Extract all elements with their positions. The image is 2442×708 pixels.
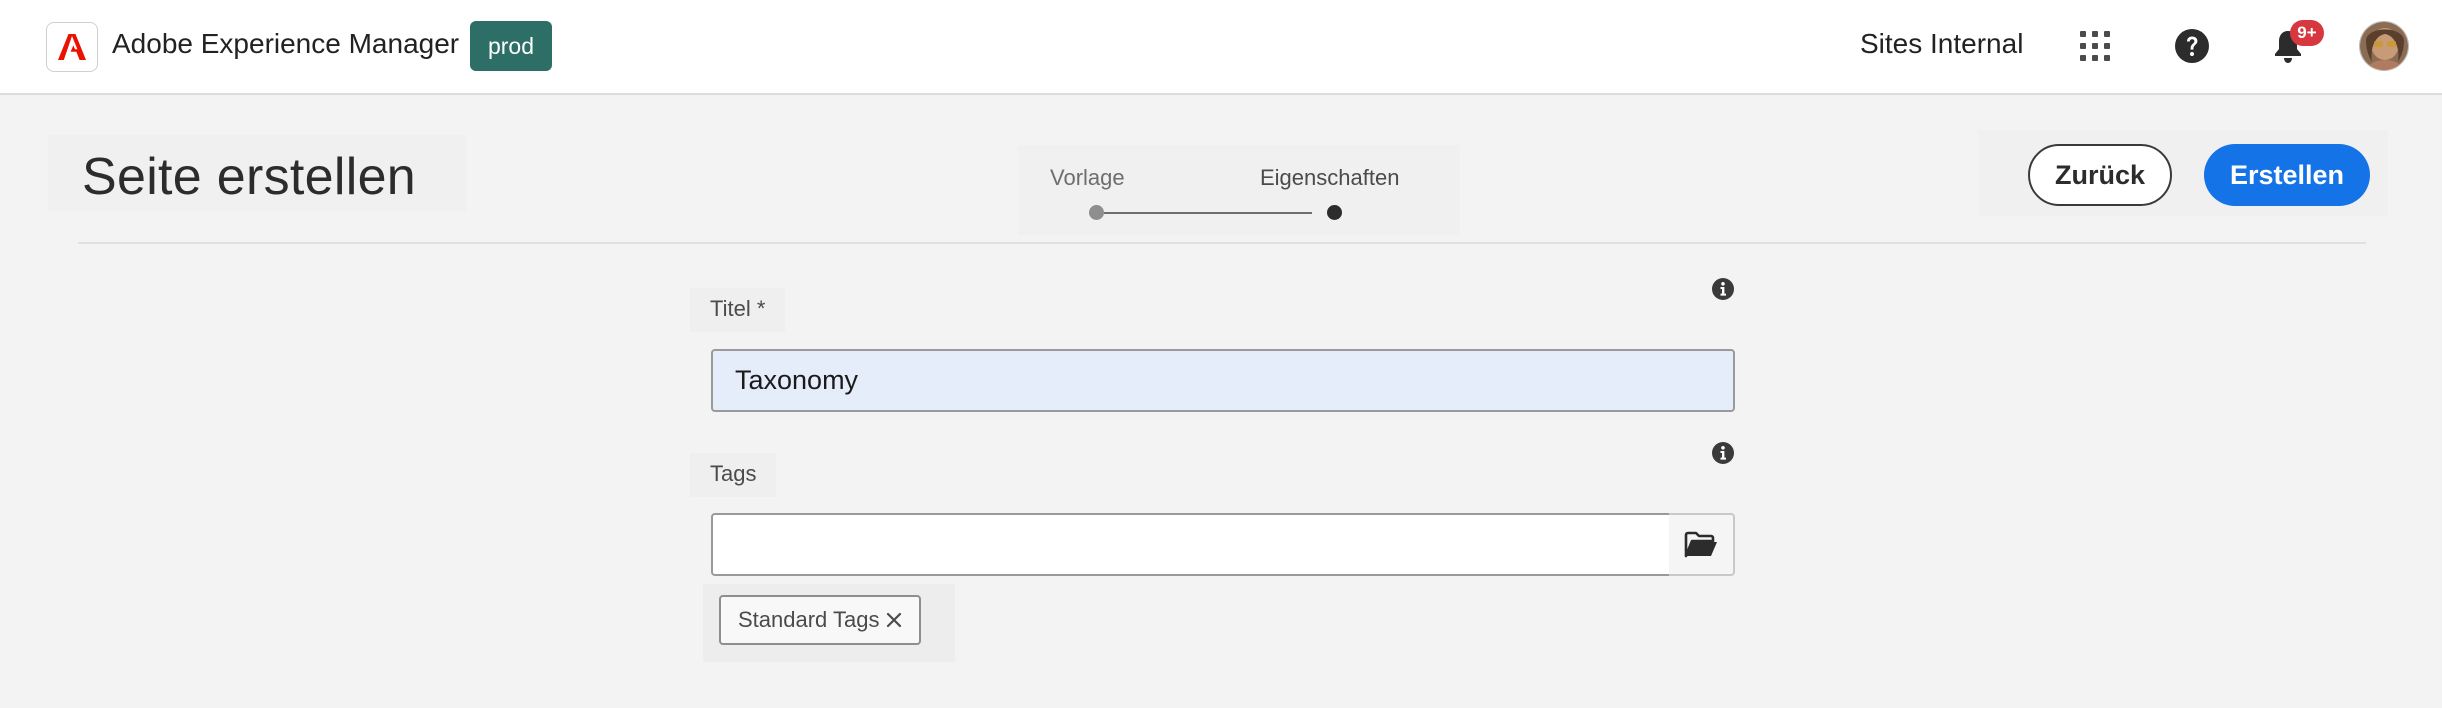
notification-count-badge: 9+: [2290, 20, 2324, 46]
wizard-step-properties: Eigenschaften: [1260, 165, 1400, 190]
title-divider: [78, 242, 2366, 244]
selected-tags-area: Standard Tags: [703, 584, 955, 662]
tags-input[interactable]: [711, 513, 1671, 576]
environment-badge: prod: [470, 21, 552, 71]
tags-browse-button[interactable]: [1669, 513, 1735, 576]
back-button[interactable]: Zurück: [2028, 144, 2172, 206]
tag-chip-label: Standard Tags: [738, 607, 880, 632]
tags-field-label: Tags: [690, 453, 777, 497]
avatar[interactable]: [2359, 21, 2409, 71]
app-title[interactable]: Adobe Experience Manager: [112, 28, 459, 60]
tags-info-icon[interactable]: [1711, 441, 1735, 465]
tag-chip: Standard Tags: [719, 595, 921, 645]
org-switcher[interactable]: Sites Internal: [1860, 28, 2023, 60]
wizard-steps: Vorlage Eigenschaften: [1018, 145, 1460, 235]
adobe-logo-icon[interactable]: [46, 22, 98, 72]
wizard-actions: Zurück Erstellen: [1978, 130, 2388, 216]
close-icon[interactable]: [883, 609, 905, 631]
help-icon[interactable]: [2166, 20, 2218, 72]
wizard-step-properties-marker: [1327, 205, 1342, 220]
shell-header: Adobe Experience Manager prod Sites Inte…: [0, 0, 2442, 95]
app-grid-icon[interactable]: [2069, 20, 2121, 72]
wizard-step-connector: [1104, 212, 1312, 214]
page-title: Seite erstellen: [82, 148, 417, 206]
wizard-step-template-marker: [1089, 205, 1104, 220]
title-input[interactable]: Taxonomy: [711, 349, 1735, 412]
bell-icon[interactable]: 9+: [2262, 20, 2324, 72]
title-field-label: Titel *: [690, 288, 786, 332]
title-info-icon[interactable]: [1711, 277, 1735, 301]
folder-open-icon: [1684, 531, 1717, 557]
wizard-step-template: Vorlage: [1050, 165, 1125, 190]
create-button[interactable]: Erstellen: [2204, 144, 2370, 206]
page-title-area: Seite erstellen: [48, 135, 466, 211]
